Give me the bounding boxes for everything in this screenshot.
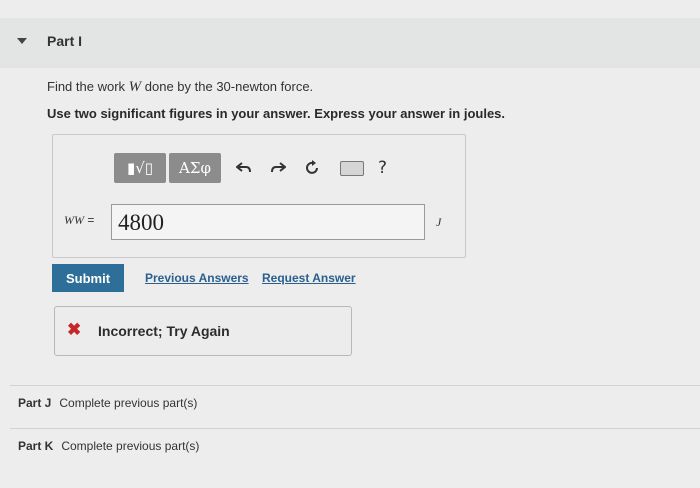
part-k-status: Complete previous part(s) [61, 439, 200, 453]
divider [10, 385, 700, 386]
part-k-row[interactable]: Part K Complete previous part(s) [18, 439, 199, 453]
unit-label: J [436, 215, 442, 229]
part-j-label: Part J [18, 396, 52, 410]
part-j-row[interactable]: Part J Complete previous part(s) [18, 396, 197, 410]
part-title: Part I [47, 33, 83, 49]
help-button[interactable]: ? [378, 158, 387, 178]
equals-sign: = [84, 213, 95, 227]
part-header[interactable] [0, 18, 700, 68]
question-text: Find the work W done by the 30-newton fo… [47, 79, 313, 96]
x-icon: ✖ [67, 320, 82, 339]
keyboard-icon[interactable] [340, 160, 364, 176]
part-j-status: Complete previous part(s) [59, 396, 198, 410]
redo-icon[interactable] [264, 153, 292, 183]
undo-icon[interactable] [230, 153, 258, 183]
question-text-before: Find the work [47, 79, 129, 94]
templates-button[interactable]: ▮√▯ [114, 153, 166, 183]
part-k-label: Part K [18, 439, 54, 453]
question-variable: W [128, 79, 142, 95]
instruction-text: Use two significant figures in your answ… [47, 106, 506, 121]
reset-icon[interactable] [298, 153, 326, 183]
answer-variable-label: WW = [64, 213, 94, 228]
previous-answers-link[interactable]: Previous Answers [145, 271, 249, 285]
question-text-after: done by the 30-newton force. [141, 79, 314, 94]
math-toolbar: ▮√▯ ΑΣφ ? [114, 152, 387, 184]
request-answer-link[interactable]: Request Answer [262, 271, 356, 285]
variable-label-text: WW [64, 213, 84, 227]
feedback-text: Incorrect; Try Again [98, 323, 230, 339]
divider [10, 428, 700, 429]
caret-down-icon[interactable] [17, 38, 27, 44]
answer-input[interactable]: 4800 [111, 204, 425, 240]
greek-symbols-button[interactable]: ΑΣφ [169, 153, 221, 183]
submit-button[interactable]: Submit [52, 264, 124, 292]
